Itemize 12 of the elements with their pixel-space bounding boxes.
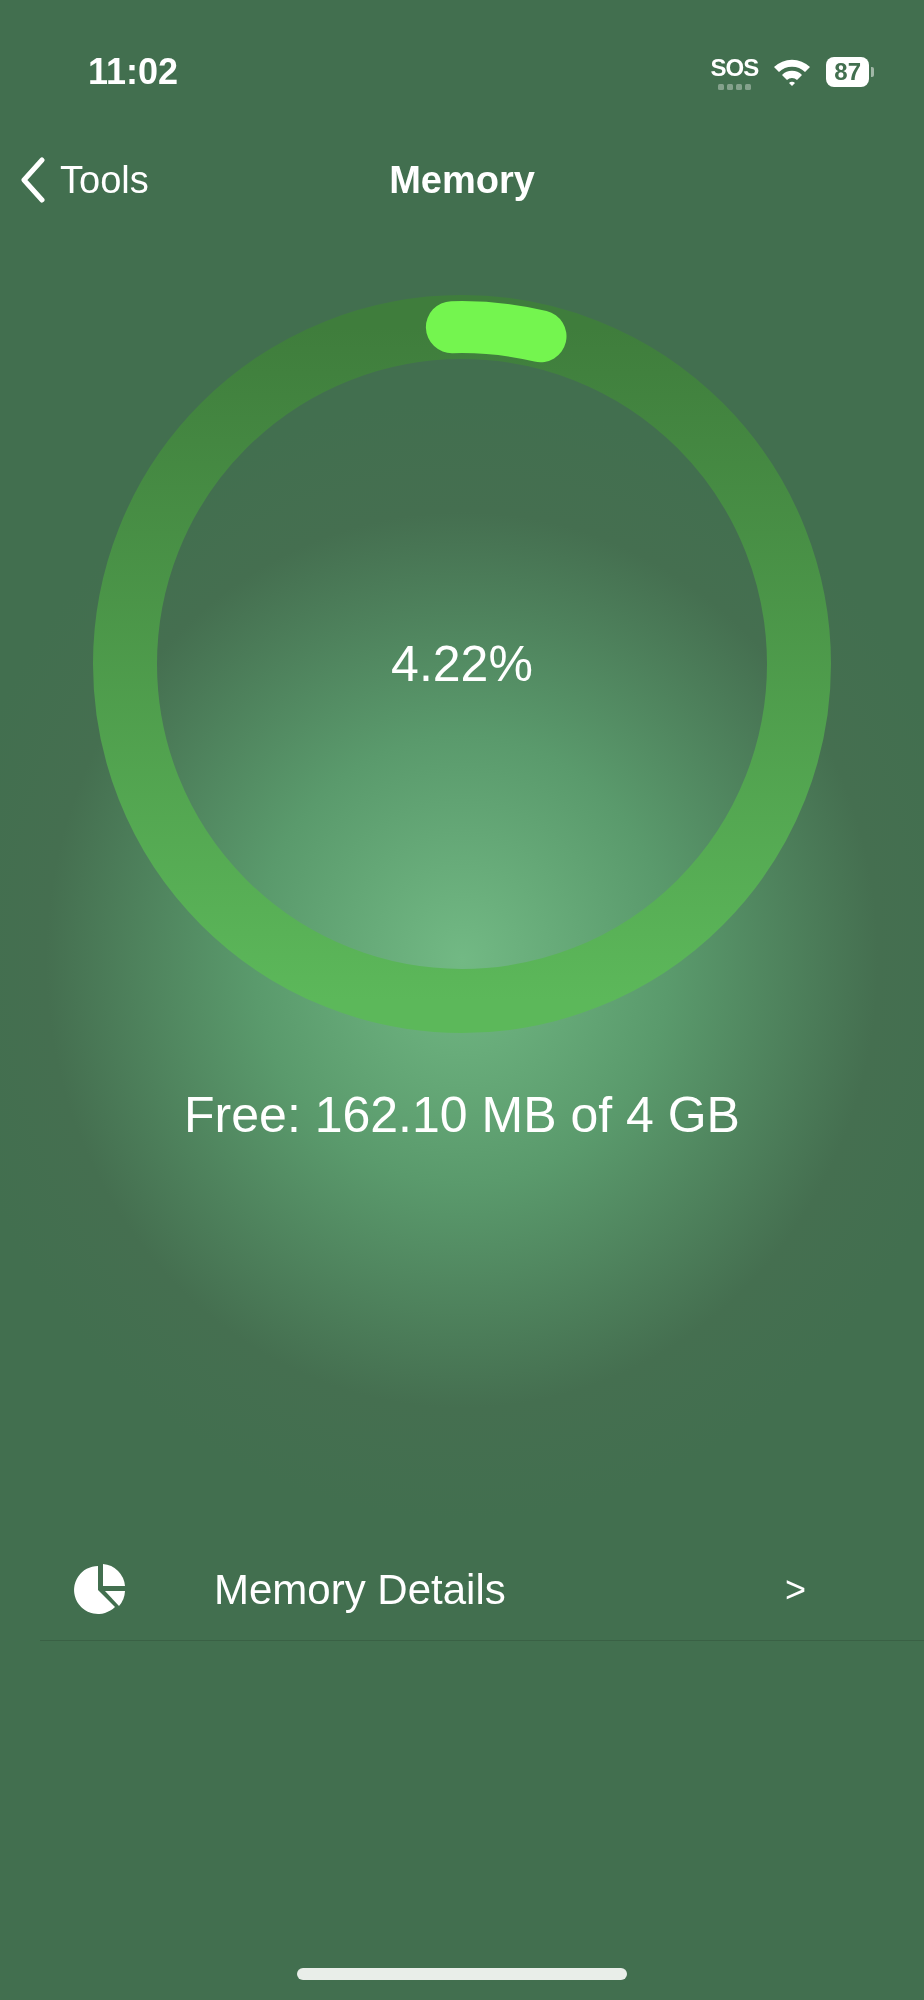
row-label: Memory Details [214,1566,507,1614]
back-chevron-icon [20,157,46,203]
sos-label: SOS [710,54,759,82]
usage-percent: 4.22% [391,635,533,693]
memory-details-row[interactable]: Memory Details > [40,1540,924,1641]
wifi-icon [772,57,813,87]
back-button[interactable]: Tools [20,157,149,203]
row-chevron: > [784,1569,806,1611]
free-memory-text: Free: 162.10 MB of 4 GB [184,1087,740,1143]
page-title: Memory [389,158,535,202]
status-time: 11:02 [88,51,179,93]
signal-icon [717,84,751,90]
